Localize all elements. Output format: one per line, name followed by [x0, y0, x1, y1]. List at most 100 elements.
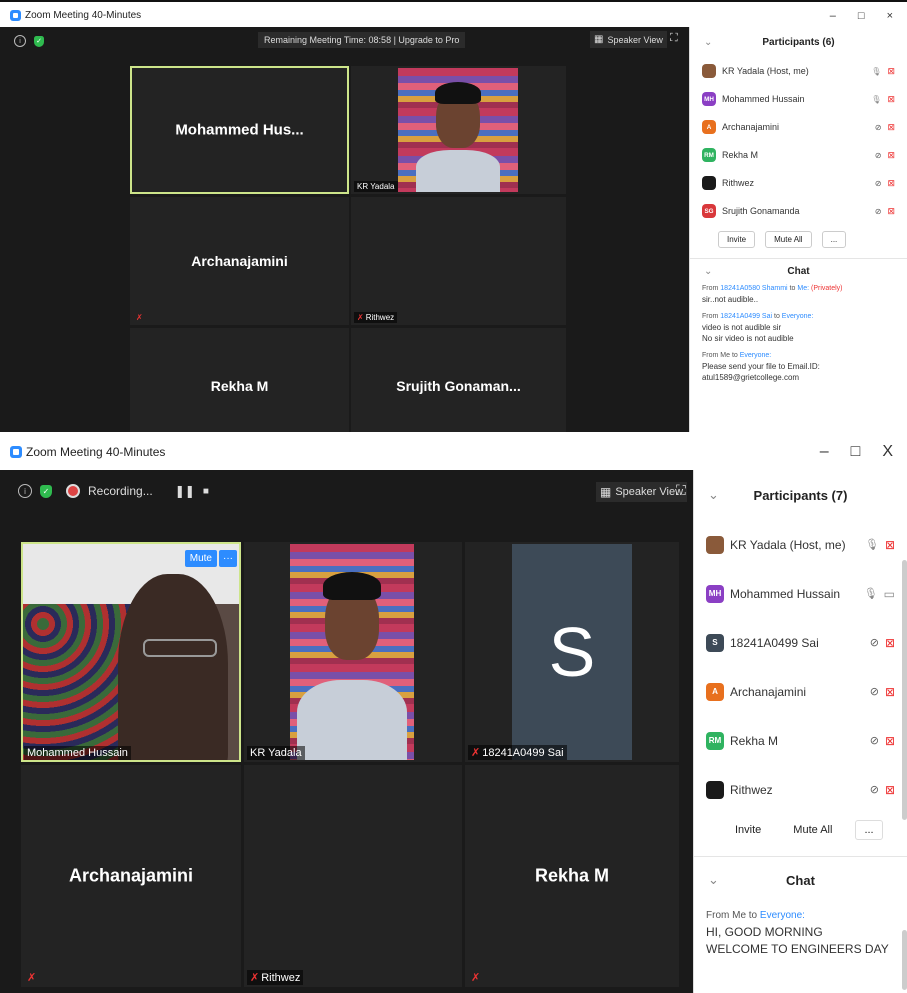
more-button[interactable]: ... — [855, 820, 883, 840]
zoom-window-bottom: Zoom Meeting 40-Minutes – □ X i ✓ Record… — [0, 434, 907, 993]
video-off-icon[interactable]: ⊠ — [885, 685, 895, 699]
avatar: MH — [706, 584, 724, 603]
pause-recording-icon[interactable]: ❚❚ — [175, 484, 195, 498]
mute-participant-button[interactable]: Mute — [184, 550, 217, 567]
participant-row[interactable]: SG Srujith Gonamanda ⊘ ⊠ — [690, 197, 907, 225]
microphone-icon[interactable]: 🎙 — [865, 538, 879, 551]
participant-row[interactable]: A Archanajamini ⊘ ⊠ — [690, 113, 907, 141]
microphone-icon[interactable]: 🎙 — [864, 587, 878, 600]
video-tile-archanajamini[interactable]: Archanajamini ✗ — [130, 197, 349, 325]
zoom-logo-icon — [10, 446, 22, 458]
video-tile-archanajamini[interactable]: Archanajamini ✗ — [21, 765, 241, 987]
avatar: A — [702, 120, 716, 134]
chevron-down-icon[interactable]: ⌄ — [708, 487, 719, 503]
tile-name: Archanajamini — [68, 865, 194, 886]
maximize-button[interactable]: □ — [851, 443, 861, 461]
video-tile-mohammed-hussain[interactable]: Mute ··· Mohammed Hussain — [21, 542, 241, 762]
avatar — [706, 780, 724, 799]
info-icon[interactable]: i — [18, 484, 32, 498]
video-tile-rithwez[interactable]: ✗ Rithwez — [244, 765, 462, 987]
video-off-icon[interactable]: ⊠ — [887, 66, 895, 77]
more-options-button[interactable]: ··· — [219, 550, 237, 567]
speaker-view-button[interactable]: ▦ Speaker View — [596, 482, 688, 502]
video-off-icon[interactable]: ⊠ — [885, 783, 895, 797]
mic-muted-icon[interactable]: ⊘ — [875, 151, 882, 160]
avatar: RM — [706, 731, 724, 750]
participant-row[interactable]: Rithwez ⊘ ⊠ — [690, 169, 907, 197]
video-tile-srujith[interactable]: Srujith Gonaman... — [351, 328, 566, 432]
tile-label: Mohammed Hussain — [24, 746, 131, 760]
chat-line: atul1589@grietcollege.com — [702, 373, 800, 382]
video-off-icon[interactable]: ⊠ — [887, 94, 895, 105]
video-tile-mohammed[interactable]: Mohammed Hus... — [130, 66, 349, 194]
stop-recording-icon[interactable]: ■ — [203, 486, 209, 497]
tile-label: ✗ — [133, 312, 146, 323]
microphone-icon[interactable]: 🎙 — [871, 67, 881, 76]
video-off-icon[interactable]: ⊠ — [885, 734, 895, 748]
mute-all-button[interactable]: Mute All — [784, 820, 842, 840]
mute-all-button[interactable]: Mute All — [765, 231, 812, 248]
video-tile-kr-yadala[interactable]: KR Yadala — [244, 542, 462, 762]
mic-muted-icon[interactable]: ⊘ — [875, 207, 882, 216]
participant-name: KR Yadala (Host, me) — [722, 66, 809, 76]
chevron-down-icon[interactable]: ⌄ — [704, 266, 712, 277]
mic-muted-icon[interactable]: ⊘ — [875, 179, 882, 188]
info-icon[interactable]: i — [14, 35, 26, 47]
participant-row[interactable]: KR Yadala (Host, me) 🎙 ⊠ — [690, 57, 907, 85]
video-tile-sai[interactable]: S ✗ 18241A0499 Sai — [465, 542, 679, 762]
close-button[interactable]: X — [882, 443, 893, 461]
mic-muted-icon[interactable]: ⊘ — [870, 636, 879, 649]
video-off-icon[interactable]: ⊠ — [887, 122, 895, 133]
invite-button[interactable]: Invite — [718, 231, 756, 248]
tile-label: KR Yadala — [247, 746, 305, 760]
minimize-button[interactable]: – — [820, 443, 829, 461]
window-title: Zoom Meeting 40-Minutes — [26, 445, 166, 459]
video-off-icon[interactable]: ⊠ — [885, 636, 895, 650]
participant-row[interactable]: RM Rekha M ⊘ ⊠ — [690, 141, 907, 169]
remaining-time-banner[interactable]: Remaining Meeting Time: 08:58 | Upgrade … — [258, 32, 466, 48]
avatar: MH — [702, 92, 716, 106]
maximize-button[interactable]: □ — [858, 10, 865, 22]
participant-row[interactable]: MH Mohammed Hussain 🎙 ▭ — [694, 569, 907, 618]
participant-row[interactable]: MH Mohammed Hussain 🎙 ⊠ — [690, 85, 907, 113]
participant-row[interactable]: Rithwez ⊘ ⊠ — [694, 765, 907, 814]
fullscreen-icon[interactable]: ⛶ — [676, 482, 686, 499]
avatar — [702, 176, 716, 190]
participant-name: Archanajamini — [730, 684, 807, 699]
invite-button[interactable]: Invite — [726, 820, 771, 840]
video-tile-rithwez[interactable]: ✗ Rithwez — [351, 197, 566, 325]
shield-icon[interactable]: ✓ — [40, 484, 52, 498]
mic-muted-icon[interactable]: ⊘ — [870, 734, 879, 747]
chat-scrollbar[interactable] — [902, 930, 907, 990]
fullscreen-icon[interactable]: ⛶ — [670, 32, 678, 45]
video-tile-rekha[interactable]: Rekha M ✗ — [465, 765, 679, 987]
avatar: SG — [702, 204, 716, 218]
video-off-icon[interactable]: ⊠ — [887, 150, 895, 161]
shield-icon[interactable]: ✓ — [34, 35, 44, 47]
tile-label: KR Yadala — [354, 181, 398, 192]
mic-muted-icon[interactable]: ⊘ — [870, 783, 879, 796]
video-tile-kr-yadala[interactable]: KR Yadala — [351, 66, 566, 194]
more-button[interactable]: ... — [821, 231, 847, 248]
close-button[interactable]: × — [887, 10, 893, 22]
chevron-down-icon[interactable]: ⌄ — [704, 37, 712, 48]
microphone-icon[interactable]: 🎙 — [871, 95, 881, 104]
participant-row[interactable]: RM Rekha M ⊘ ⊠ — [694, 716, 907, 765]
video-camera-icon[interactable]: ▭ — [884, 587, 895, 601]
chat-header: ⌄ Chat — [704, 265, 810, 277]
participant-row[interactable]: A Archanajamini ⊘ ⊠ — [694, 667, 907, 716]
video-off-icon[interactable]: ⊠ — [885, 538, 895, 552]
participant-name: 18241A0499 Sai — [730, 635, 819, 650]
video-tile-rekha[interactable]: Rekha M — [130, 328, 349, 432]
mic-muted-icon[interactable]: ⊘ — [875, 123, 882, 132]
avatar: A — [706, 682, 724, 701]
video-off-icon[interactable]: ⊠ — [887, 206, 895, 217]
participant-row[interactable]: S 18241A0499 Sai ⊘ ⊠ — [694, 618, 907, 667]
mic-muted-icon[interactable]: ⊘ — [870, 685, 879, 698]
minimize-button[interactable]: – — [830, 10, 836, 22]
mic-muted-icon: ✗ — [136, 313, 143, 322]
participant-row[interactable]: KR Yadala (Host, me) 🎙 ⊠ — [694, 520, 907, 569]
chevron-down-icon[interactable]: ⌄ — [708, 872, 719, 888]
video-off-icon[interactable]: ⊠ — [887, 178, 895, 189]
speaker-view-button[interactable]: ▦ Speaker View — [590, 31, 667, 48]
